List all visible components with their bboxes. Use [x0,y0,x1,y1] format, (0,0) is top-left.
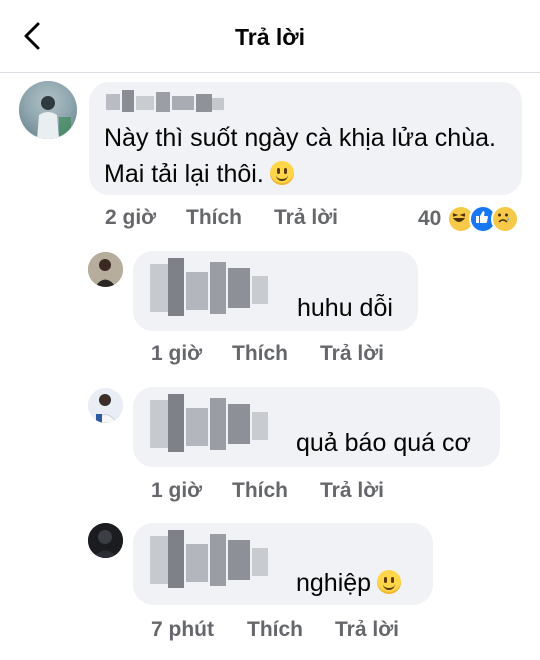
person-photo-icon [88,252,123,287]
reply-time[interactable]: 1 giờ [151,479,202,503]
like-button[interactable]: Thích [232,342,288,366]
reply-button[interactable]: Trả lời [335,618,399,642]
reply-time[interactable]: 7 phút [151,618,214,642]
person-silhouette-icon [19,81,77,139]
like-button[interactable]: Thích [232,479,288,503]
reaction-count: 40 [418,207,442,230]
reply-meta: 1 giờ Thích Trả lời [0,342,540,368]
reply-text: nghiệp [296,565,402,601]
reply-time[interactable]: 1 giờ [151,342,202,366]
author-name-blurred[interactable] [150,258,270,318]
reply-text: quả báo quá cơ [296,429,471,457]
author-name-blurred[interactable] [150,530,270,590]
comment-time[interactable]: 2 giờ [105,206,156,230]
header-bar: Trả lời [0,0,540,73]
avatar[interactable] [19,81,77,139]
like-button[interactable]: Thích [186,206,242,230]
like-button[interactable]: Thích [247,618,303,642]
sad-icon [491,205,520,233]
avatar[interactable] [88,252,123,287]
page-title: Trả lời [234,24,306,50]
reply-button[interactable]: Trả lời [274,206,338,230]
comment-text: Này thì suốt ngày cà khịa lửa chùa. Mai … [104,120,496,192]
author-name-blurred[interactable] [106,90,224,114]
author-name-blurred[interactable] [150,394,270,454]
reply-button[interactable]: Trả lời [320,342,384,366]
smile-emoji-icon [269,161,294,185]
reply-meta: 1 giờ Thích Trả lời [0,479,540,505]
comment-line-2: Mai tải lại thôi. [104,156,496,192]
avatar[interactable] [88,523,123,558]
reaction-summary[interactable]: 40 [418,205,520,233]
reply-text: huhu dỗi [297,294,393,322]
avatar[interactable] [88,388,123,423]
comment-line-1: Này thì suốt ngày cà khịa lửa chùa. [104,124,496,152]
person-photo-icon [88,388,123,423]
reply-meta: 7 phút Thích Trả lời [0,618,540,644]
reply-button[interactable]: Trả lời [320,479,384,503]
person-photo-icon [88,523,123,558]
smile-emoji-icon [377,570,402,594]
